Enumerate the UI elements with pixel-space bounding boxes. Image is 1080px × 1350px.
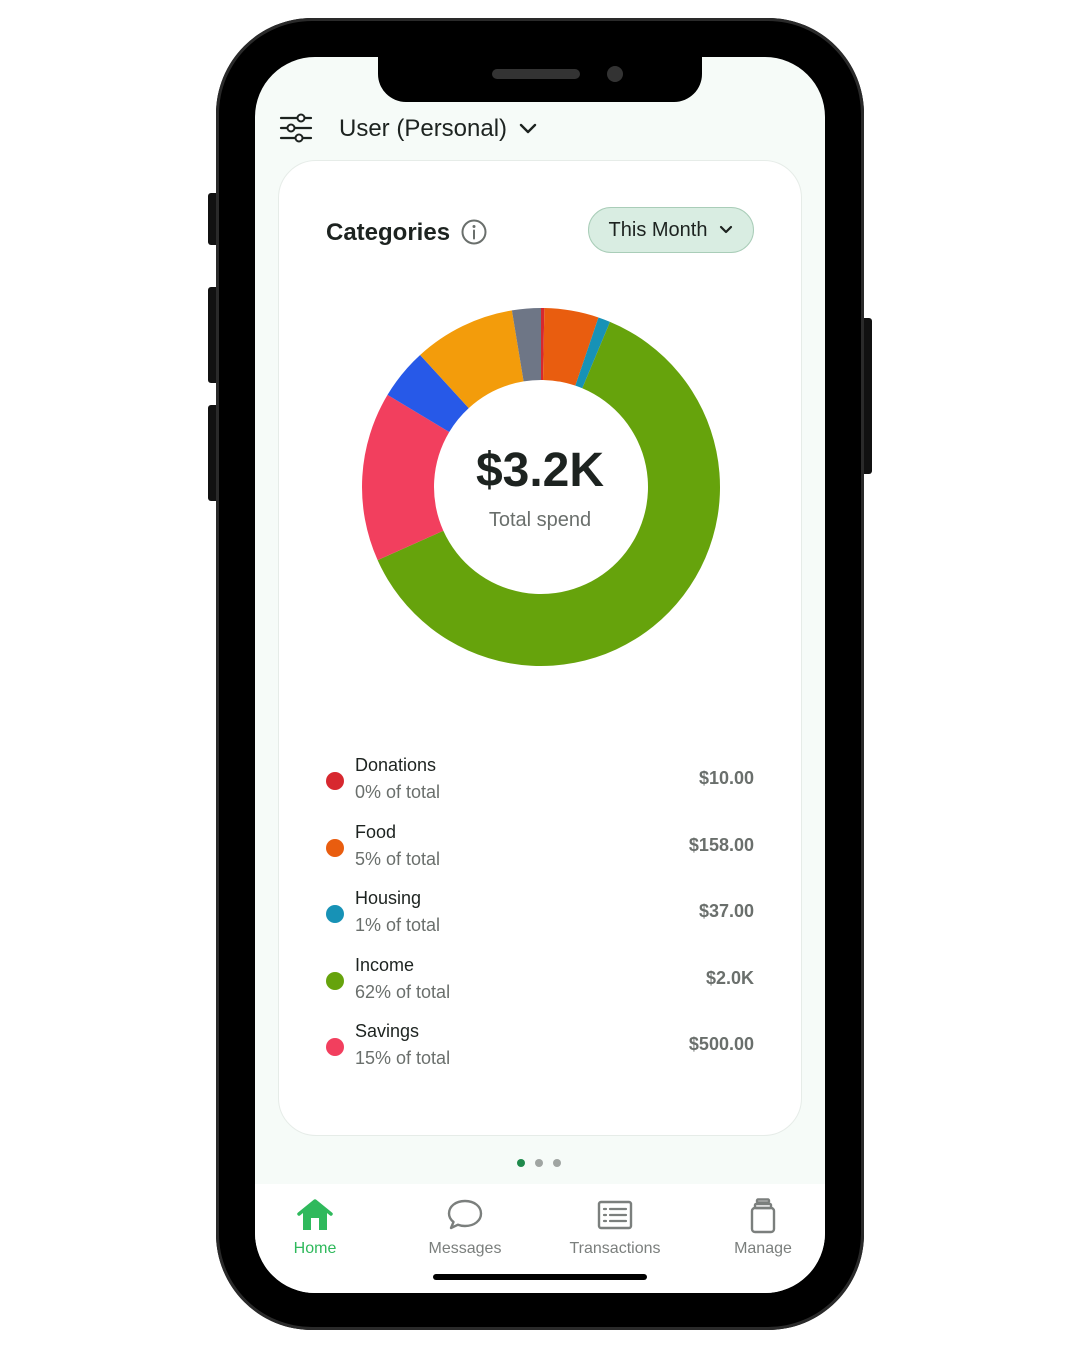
category-name: Housing	[355, 888, 422, 908]
category-percent: 0% of total	[355, 782, 441, 802]
category-amount: $10.00	[698, 768, 754, 788]
legend-item[interactable]: Income 62% of total $2.0K	[324, 951, 756, 1018]
account-switcher[interactable]: User (Personal)	[339, 111, 537, 147]
camera-icon	[607, 66, 623, 82]
nav-label: Transactions	[569, 1240, 661, 1257]
category-percent: 5% of total	[355, 848, 441, 869]
period-dropdown[interactable]: This Month	[588, 207, 754, 253]
category-percent: 1% of total	[355, 915, 441, 935]
app-header: User (Personal)	[255, 107, 825, 151]
period-label: This Month	[608, 218, 708, 241]
category-percent: 62% of total	[355, 981, 451, 1002]
filter-sliders-icon[interactable]	[279, 113, 313, 143]
page-indicator	[517, 1159, 561, 1167]
category-amount: $37.00	[698, 901, 754, 921]
pager-dot[interactable]	[517, 1159, 525, 1167]
nav-messages[interactable]: Messages	[395, 1198, 535, 1262]
account-name: User (Personal)	[339, 115, 508, 142]
legend-item[interactable]: Food 5% of total $158.00	[324, 818, 756, 885]
notch	[378, 57, 702, 102]
pager-dot[interactable]	[553, 1159, 561, 1167]
nav-home[interactable]: Home	[255, 1198, 385, 1262]
total-spend-caption: Total spend	[488, 509, 592, 531]
category-legend: Donations 0% of total $10.00 Food 5% of tota…	[324, 751, 756, 1084]
category-color-dot	[326, 772, 344, 790]
nav-transactions[interactable]: Transactions	[545, 1198, 685, 1262]
pager-dot[interactable]	[535, 1159, 543, 1167]
chevron-down-icon	[519, 123, 537, 134]
chevron-down-icon	[720, 225, 733, 234]
speaker	[492, 69, 580, 79]
nav-label: Manage	[734, 1240, 792, 1257]
phone-screen: User (Personal) Categories This Month $3…	[255, 57, 825, 1293]
info-icon[interactable]	[460, 218, 488, 246]
jar-icon	[750, 1198, 776, 1234]
legend-item[interactable]: Donations 0% of total $10.00	[324, 751, 756, 818]
chat-bubble-icon	[447, 1199, 483, 1230]
category-color-dot	[326, 971, 344, 990]
category-amount: $158.00	[688, 834, 754, 855]
home-indicator	[433, 1274, 647, 1280]
list-icon	[597, 1200, 633, 1230]
category-color-dot	[326, 905, 344, 923]
category-name: Donations	[355, 755, 437, 775]
category-name: Income	[355, 954, 415, 975]
categories-card: Categories This Month $3.2K Total spend …	[278, 160, 802, 1136]
category-amount: $2.0K	[705, 967, 754, 988]
category-color-dot	[326, 1038, 344, 1056]
category-percent: 15% of total	[355, 1048, 451, 1068]
home-icon	[297, 1199, 333, 1230]
category-name: Savings	[355, 1021, 420, 1041]
nav-label: Home	[293, 1240, 337, 1257]
total-spend-value: $3.2K	[475, 444, 605, 497]
nav-manage[interactable]: Manage	[693, 1198, 825, 1262]
card-title: Categories	[326, 219, 451, 246]
legend-item[interactable]: Savings 15% of total $500.00	[324, 1017, 756, 1084]
category-amount: $500.00	[688, 1034, 754, 1054]
legend-item[interactable]: Housing 1% of total $37.00	[324, 884, 756, 951]
nav-label: Messages	[428, 1240, 502, 1257]
category-color-dot	[326, 838, 344, 857]
category-name: Food	[355, 821, 397, 842]
